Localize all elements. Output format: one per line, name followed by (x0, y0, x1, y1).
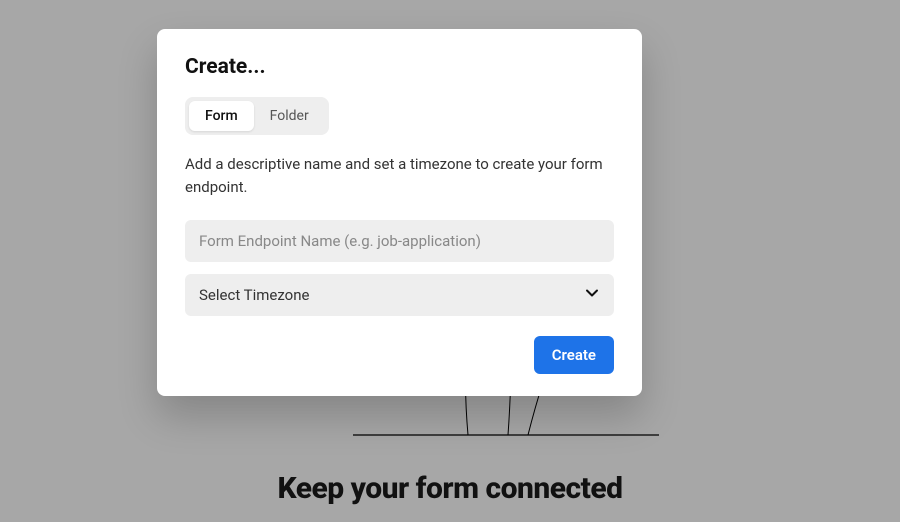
page-heading: Keep your form connected (0, 471, 900, 506)
modal-actions: Create (185, 336, 614, 374)
create-modal: Create... Form Folder Add a descriptive … (157, 29, 642, 396)
tab-folder[interactable]: Folder (254, 101, 325, 131)
modal-title: Create... (185, 55, 614, 79)
timezone-select-wrap: Select Timezone (185, 274, 614, 316)
tab-form[interactable]: Form (189, 101, 254, 131)
timezone-select[interactable]: Select Timezone (185, 274, 614, 316)
form-name-input[interactable] (185, 220, 614, 262)
create-button[interactable]: Create (534, 336, 614, 374)
modal-backdrop: Keep your form connected Create... Form … (0, 0, 900, 522)
create-type-tabs: Form Folder (185, 97, 329, 135)
modal-description: Add a descriptive name and set a timezon… (185, 153, 614, 200)
